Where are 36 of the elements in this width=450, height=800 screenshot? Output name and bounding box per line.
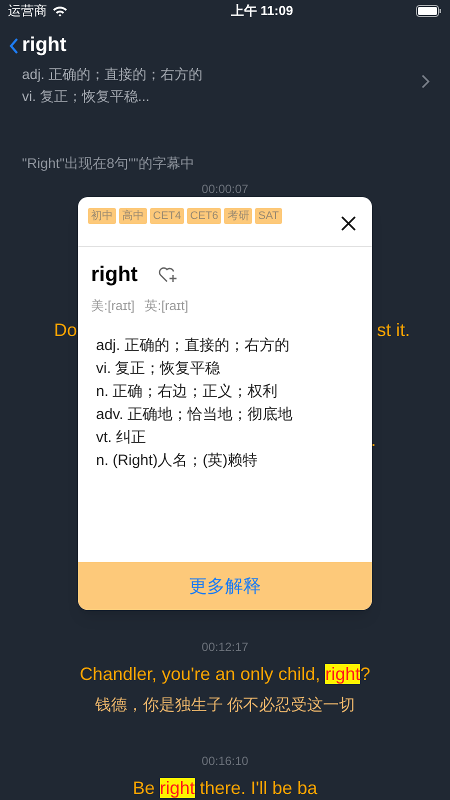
definition-text: n. 正确；右边；正义；权利 <box>96 382 279 402</box>
phonetic-text: 美:[raɪt] <box>91 297 135 315</box>
definition-text: vi. 复正；恢复平稳 <box>96 359 222 379</box>
carrier-text: 运营商 <box>8 2 47 20</box>
chevron-right-icon[interactable] <box>421 74 430 89</box>
heart-plus-icon[interactable] <box>158 266 178 284</box>
level-tag: 高中 <box>119 208 147 224</box>
definition-text: vi. 复正；恢复平稳... <box>22 87 150 106</box>
timestamp-text: 00:00:07 <box>200 181 250 197</box>
subtitle-fragment: . <box>370 429 376 452</box>
battery-icon <box>416 5 442 17</box>
level-tag: CET4 <box>150 208 184 224</box>
level-tag: SAT <box>255 208 282 224</box>
translation-text: 钱德，你是独生子 你不必忍受这一切 <box>94 696 356 716</box>
back-chevron-icon[interactable] <box>8 37 20 55</box>
level-tag: 考研 <box>224 208 252 224</box>
subtitle-text: Be right there. I'll be ba <box>132 777 318 800</box>
definition-text: adj. 正确的；直接的；右方的 <box>96 336 290 356</box>
wifi-icon <box>52 5 68 17</box>
clock-text: 上午 11:09 <box>230 2 294 20</box>
definition-text: vt. 纠正 <box>96 428 148 448</box>
definition-text: adj. 正确的；直接的；右方的 <box>22 65 202 84</box>
subtitle-fragment: Do <box>54 319 78 342</box>
word-title: right <box>22 33 66 58</box>
popup-word: right <box>91 262 138 288</box>
timestamp-text: 00:16:10 <box>200 753 250 769</box>
level-tag: CET6 <box>187 208 222 224</box>
timestamp-text: 00:12:17 <box>200 639 250 655</box>
occurrence-note: "Right"出现在8句""的字幕中 <box>21 154 196 173</box>
phonetic-text: 英:[raɪt] <box>144 297 188 315</box>
close-button[interactable] <box>341 216 356 231</box>
subtitle-fragment: st it. <box>376 319 410 342</box>
more-definitions-button[interactable]: 更多解释 <box>78 562 372 610</box>
level-tag: 初中 <box>88 208 116 224</box>
definition-text: n. (Right)人名；(英)赖特 <box>96 451 259 471</box>
definition-text: adv. 正确地；恰当地；彻底地 <box>96 405 294 425</box>
